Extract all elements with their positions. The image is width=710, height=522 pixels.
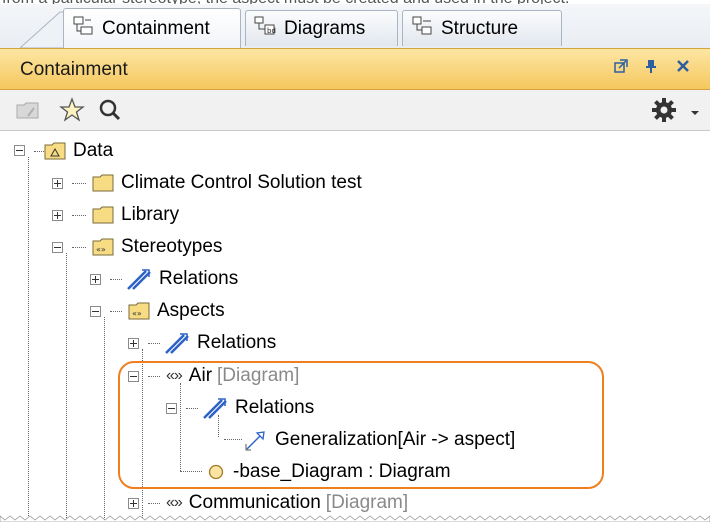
collapse-toggle[interactable] <box>128 371 139 382</box>
svg-text:«»: «» <box>132 309 142 318</box>
expand-toggle[interactable] <box>128 498 139 509</box>
tree-connector <box>72 247 86 248</box>
tree-connector <box>110 279 122 280</box>
containment-tree: Data Climate Control Solution test Libra… <box>0 131 710 522</box>
dropdown-arrow-icon[interactable] <box>688 96 702 124</box>
panel-header: Containment <box>0 48 710 90</box>
collapse-toggle[interactable] <box>90 306 101 317</box>
model-package-icon <box>44 142 66 160</box>
tree-node-relations[interactable]: Relations <box>202 393 314 423</box>
tree-node-aspects[interactable]: «» Aspects <box>128 296 225 326</box>
tab-structure[interactable]: Structure <box>402 10 562 46</box>
tab-diagrams-label: Diagrams <box>284 17 366 39</box>
collapse-toggle[interactable] <box>14 145 25 156</box>
tree-connector <box>28 157 29 522</box>
tree-node-label: Air <box>188 365 213 386</box>
tree-node-type: [Diagram] <box>325 492 409 513</box>
svg-text:bd: bd <box>267 27 276 35</box>
tree-node-generalization[interactable]: Generalization[Air -> aspect] <box>244 425 515 455</box>
generalization-icon <box>245 431 265 451</box>
svg-text:«»: «» <box>96 245 106 254</box>
pin-icon[interactable] <box>642 58 660 76</box>
relations-icon <box>203 398 227 419</box>
tree-node-air-stereotype[interactable]: «» Air [Diagram] <box>166 361 299 391</box>
torn-edge-decoration <box>0 515 710 522</box>
tree-connector <box>72 215 86 216</box>
expand-toggle[interactable] <box>128 338 139 349</box>
diagrams-icon: bd <box>254 15 276 43</box>
containment-tree-icon <box>72 15 94 43</box>
tree-node-type: [Diagram] <box>217 365 300 386</box>
tree-node-base-diagram[interactable]: -base_Diagram : Diagram <box>206 457 451 487</box>
profile-icon: «» <box>92 238 114 256</box>
close-icon[interactable] <box>674 58 692 76</box>
tree-node-label: Relations <box>235 397 315 418</box>
toolbar <box>0 90 710 131</box>
tree-connector <box>148 343 160 344</box>
expand-toggle[interactable] <box>52 210 63 221</box>
collapse-all-icon[interactable] <box>14 96 42 124</box>
tree-node-data[interactable]: Data <box>44 136 113 166</box>
tab-containment-label: Containment <box>102 17 210 39</box>
tree-node-library[interactable]: Library <box>92 200 179 230</box>
collapse-toggle[interactable] <box>52 242 63 253</box>
tree-node-label: Climate Control Solution test <box>121 172 362 193</box>
tree-node-climate-control[interactable]: Climate Control Solution test <box>92 168 362 198</box>
tab-structure-label: Structure <box>441 17 519 39</box>
tree-connector <box>186 408 198 409</box>
tree-connector <box>72 183 86 184</box>
tree-connector <box>180 471 202 472</box>
package-icon <box>92 206 114 224</box>
tree-node-label: Relations <box>159 268 239 289</box>
tree-connector <box>224 439 242 440</box>
property-icon <box>208 464 224 480</box>
tree-connector <box>34 151 44 152</box>
restore-icon[interactable] <box>612 58 630 76</box>
expand-toggle[interactable] <box>90 274 101 285</box>
tree-connector <box>180 383 181 471</box>
tree-node-label: Generalization[Air -> aspect] <box>275 429 516 450</box>
expand-toggle[interactable] <box>52 178 63 189</box>
profile-icon: «» <box>128 302 150 320</box>
tree-node-label: Relations <box>197 332 277 353</box>
settings-gear-icon[interactable] <box>650 96 678 124</box>
tab-bar: Containment bd Diagrams Structure <box>0 4 710 49</box>
search-icon[interactable] <box>96 96 124 124</box>
tree-node-label: Data <box>73 140 114 161</box>
tree-node-label: -base_Diagram : Diagram <box>233 461 451 482</box>
tree-connector <box>148 376 160 377</box>
tree-node-stereotypes[interactable]: «» Stereotypes <box>92 232 222 262</box>
tree-node-label: Communication <box>188 492 321 513</box>
tree-connector <box>110 311 122 312</box>
tab-diagrams[interactable]: bd Diagrams <box>245 10 398 46</box>
package-icon <box>92 174 114 192</box>
structure-icon <box>411 15 433 43</box>
tab-containment[interactable]: Containment <box>63 8 241 48</box>
relations-icon <box>127 269 151 290</box>
tree-connector <box>66 253 67 522</box>
tree-connector <box>104 317 105 522</box>
tree-node-relations[interactable]: Relations <box>164 328 276 358</box>
tree-node-label: Library <box>121 204 180 225</box>
tree-node-label: Aspects <box>157 300 225 321</box>
tree-node-label: Stereotypes <box>121 236 223 257</box>
panel-title: Containment <box>20 59 128 80</box>
stereotype-icon: «» <box>166 494 183 511</box>
favorites-star-icon[interactable] <box>58 96 86 124</box>
collapse-toggle[interactable] <box>166 403 177 414</box>
tree-connector <box>142 349 143 503</box>
relations-icon <box>165 333 189 354</box>
tree-connector <box>148 503 160 504</box>
stereotype-icon: «» <box>166 367 183 384</box>
tree-node-relations[interactable]: Relations <box>126 264 238 294</box>
